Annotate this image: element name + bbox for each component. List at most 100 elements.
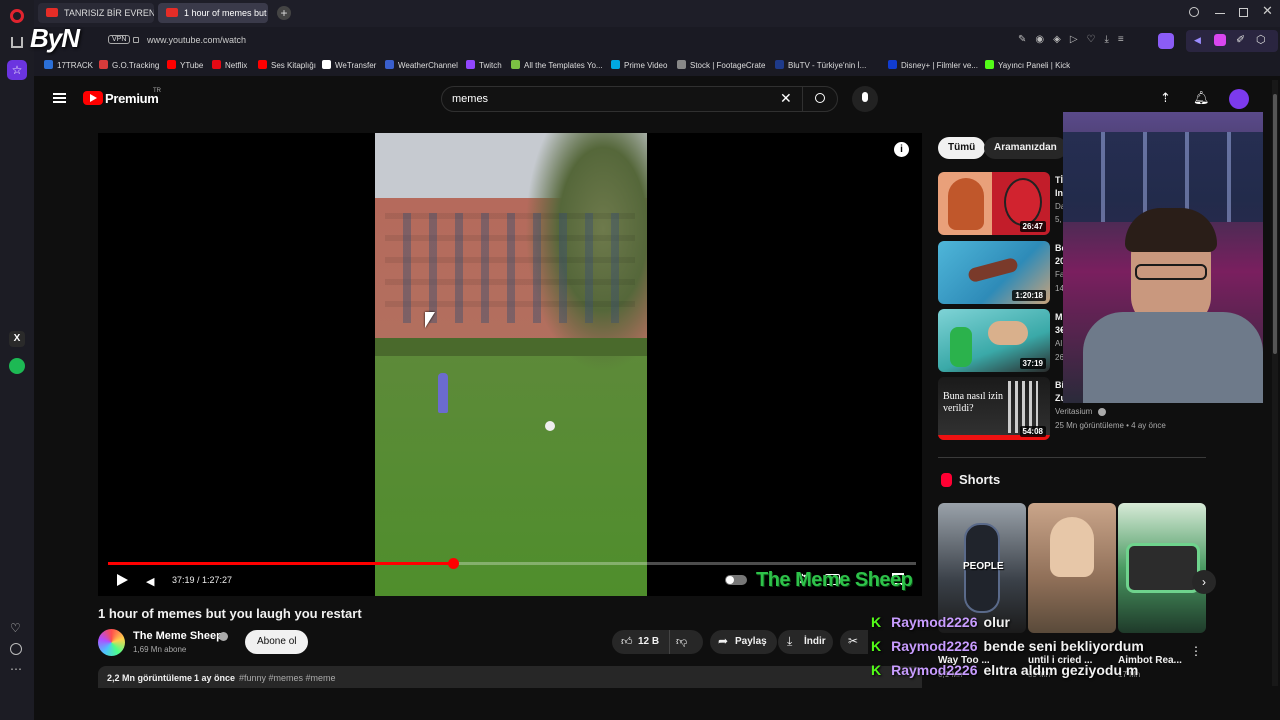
- bookmark-item[interactable]: BluTV - Türkiye'nin İ...: [775, 60, 866, 70]
- related-channel[interactable]: Veritasium: [1055, 407, 1092, 416]
- subscribe-button[interactable]: Abone ol: [245, 630, 309, 654]
- play-icon[interactable]: ▷: [1070, 34, 1087, 45]
- youtube-logo[interactable]: [83, 91, 103, 105]
- short-card[interactable]: [1028, 503, 1116, 633]
- bookmark-item[interactable]: Twitch: [466, 60, 502, 70]
- clip-button[interactable]: ✂: [840, 630, 868, 654]
- chip-all[interactable]: Tümü: [938, 137, 986, 159]
- like-button[interactable]: 👍︎ 12 B: [612, 630, 670, 654]
- menu-icon[interactable]: ≡: [1118, 34, 1133, 45]
- close-window-button[interactable]: ✕: [1262, 3, 1273, 19]
- related-thumbnail[interactable]: 26:47: [938, 172, 1050, 235]
- child-figure: [438, 373, 448, 413]
- bookmark-label: Disney+ | Filmler ve...: [901, 61, 978, 70]
- chat-username: Raymod2226: [891, 662, 978, 678]
- related-meta: Al: [1055, 339, 1063, 348]
- chip-from-search[interactable]: Aramanızdan: [984, 137, 1067, 159]
- bookmark-item[interactable]: All the Templates Yo...: [511, 60, 603, 70]
- bookmark-label: Twitch: [479, 61, 502, 70]
- eyedropper-icon[interactable]: ✐: [1236, 33, 1245, 46]
- bookmark-item[interactable]: Netflix: [212, 60, 247, 70]
- scrollbar-thumb[interactable]: [1273, 94, 1277, 354]
- tab-label: 1 hour of memes but you: [184, 8, 268, 18]
- bookmarks-bar: 17TRACK G.O.Tracking YTube Netflix Ses Kitap…: [34, 56, 1280, 76]
- bookmark-favicon-icon: [167, 60, 176, 69]
- browser-toolbar-icons: ✎◉◈▷♡⤓≡: [1018, 34, 1133, 45]
- extension-icon[interactable]: [1214, 34, 1226, 46]
- dislike-button[interactable]: 👎︎: [676, 635, 687, 648]
- heart-icon[interactable]: ♡: [10, 621, 21, 635]
- tab-memes[interactable]: 1 hour of memes but you: [158, 3, 268, 23]
- restore-button[interactable]: [1239, 8, 1248, 17]
- minimize-button[interactable]: [1215, 13, 1225, 14]
- bookmark-item[interactable]: WeTransfer: [322, 60, 376, 70]
- kick-icon: K: [871, 638, 882, 654]
- search-button[interactable]: [802, 87, 838, 111]
- edit-icon[interactable]: ✎: [1018, 34, 1035, 45]
- bookmark-item[interactable]: 17TRACK: [44, 60, 93, 70]
- bookmark-item[interactable]: YTube: [167, 60, 203, 70]
- search-tabs-icon[interactable]: [1189, 7, 1199, 17]
- bookmark-item[interactable]: Ses Kitaplığı: [258, 60, 316, 70]
- opera-logo-icon[interactable]: [10, 9, 24, 23]
- bookmark-item[interactable]: WeatherChannel: [385, 60, 458, 70]
- camera-icon[interactable]: ◉: [1035, 34, 1053, 45]
- notifications-bell-icon[interactable]: 🔔︎: [1193, 90, 1210, 106]
- progress-scrubber[interactable]: [448, 558, 460, 569]
- thumbs-down-icon: 👎︎: [676, 636, 688, 648]
- related-thumbnail[interactable]: 1:20:18: [938, 241, 1050, 304]
- bookmark-item[interactable]: Disney+ | Filmler ve...: [888, 60, 978, 70]
- more-icon[interactable]: ⋯: [10, 662, 22, 676]
- download-button[interactable]: ⤓ İndir: [778, 630, 833, 654]
- shield-icon[interactable]: ◈: [1053, 34, 1070, 45]
- heart-icon[interactable]: ♡: [1087, 34, 1105, 45]
- vpn-badge[interactable]: VPN: [108, 35, 131, 44]
- page-scrollbar[interactable]: [1272, 80, 1278, 686]
- play-button[interactable]: [117, 574, 128, 586]
- home-icon[interactable]: [11, 37, 23, 48]
- hashtags[interactable]: #funny #memes #meme: [239, 673, 336, 683]
- autoplay-toggle[interactable]: [725, 575, 747, 585]
- chat-message: K Raymod2226 elıtra aldım geziyodu m: [871, 662, 1138, 678]
- upload-icon[interactable]: ⇡: [1160, 90, 1171, 106]
- hamburger-menu-icon[interactable]: [53, 93, 66, 103]
- cube-icon[interactable]: ⬡: [1256, 33, 1266, 46]
- short-card[interactable]: [1118, 503, 1206, 633]
- browser-sidebar: ☆ X ♡ ⋯: [0, 0, 34, 720]
- channel-avatar[interactable]: [98, 629, 125, 656]
- voice-search-button[interactable]: [852, 86, 878, 112]
- subscriber-count: 1,69 Mn abone: [133, 645, 187, 654]
- download-icon[interactable]: ⤓: [1105, 34, 1118, 45]
- star-icon[interactable]: ☆: [7, 60, 27, 80]
- new-tab-button[interactable]: +: [277, 6, 291, 20]
- bookmark-item[interactable]: Stock | FootageCrate: [677, 60, 765, 70]
- bookmark-item[interactable]: G.O.Tracking: [99, 60, 159, 70]
- related-thumbnail[interactable]: 37:19: [938, 309, 1050, 372]
- volume-button[interactable]: ◀︎: [146, 575, 154, 588]
- related-thumbnail[interactable]: Buna nasıl izin verildi? 54:08: [938, 377, 1050, 440]
- clear-search-icon[interactable]: ✕: [780, 90, 792, 107]
- channel-name[interactable]: The Meme Sheep: [133, 630, 223, 642]
- history-icon[interactable]: [10, 643, 22, 655]
- share-button[interactable]: ➦ Paylaş: [710, 630, 777, 654]
- volume-icon[interactable]: ◀: [1194, 35, 1204, 45]
- video-title: 1 hour of memes but you laugh you restar…: [98, 606, 362, 621]
- bookmark-item[interactable]: Prime Video: [611, 60, 667, 70]
- short-more-icon[interactable]: ⋮: [1190, 644, 1202, 658]
- section-divider: [938, 457, 1206, 458]
- related-meta: 25 Mn görüntüleme • 4 ay önce: [1055, 421, 1166, 430]
- progress-track[interactable]: [108, 558, 916, 569]
- like-count: 12 B: [638, 636, 660, 647]
- description-box[interactable]: 2,2 Mn görüntüleme 1 ay önce #funny #mem…: [98, 666, 922, 688]
- shorts-next-button[interactable]: ›: [1192, 570, 1216, 594]
- info-icon[interactable]: i: [894, 142, 909, 157]
- profile-icon[interactable]: [1158, 33, 1174, 49]
- search-input[interactable]: memes: [452, 93, 488, 105]
- x-twitter-icon[interactable]: X: [9, 331, 25, 347]
- url-field[interactable]: www.youtube.com/watch: [147, 35, 246, 45]
- spotify-icon[interactable]: [9, 358, 25, 374]
- bookmark-item[interactable]: Yayıncı Paneli | Kick: [985, 60, 1070, 70]
- tab-tanrisiz[interactable]: TANRISIZ BİR EVREN | BLA: [38, 3, 154, 23]
- youtube-favicon-icon: [46, 8, 58, 17]
- account-avatar[interactable]: [1229, 89, 1249, 109]
